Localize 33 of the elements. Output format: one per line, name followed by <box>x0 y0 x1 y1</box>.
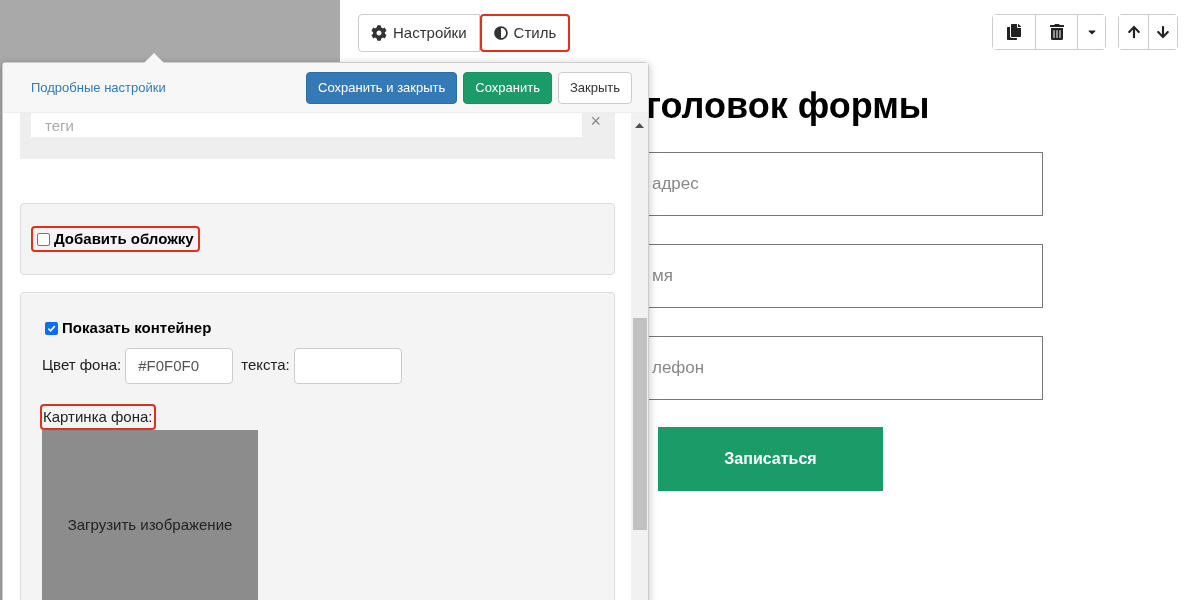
check-icon <box>47 323 56 333</box>
arrow-up-icon <box>1126 25 1141 39</box>
checkbox-label: Добавить обложку <box>54 228 194 249</box>
settings-icon <box>371 25 387 41</box>
checkbox[interactable] <box>45 321 58 335</box>
submit-button[interactable]: Записаться <box>658 427 883 491</box>
popup-button[interactable]: Сохранить и закрыть <box>306 71 458 104</box>
color-field[interactable] <box>293 347 402 384</box>
popup-button[interactable]: Закрыть <box>557 71 632 104</box>
contrast-icon <box>493 26 508 40</box>
tab[interactable]: Стиль <box>479 14 571 52</box>
form-heading: головок формы <box>646 84 931 128</box>
upload-image-button[interactable]: Загрузить изображение <box>42 430 258 600</box>
advanced-settings-link[interactable]: Подробные настройки <box>31 77 166 98</box>
form-input[interactable]: мя <box>646 244 1043 308</box>
arrow-down-icon <box>1156 25 1170 39</box>
checkbox-label: Показать контейнер <box>62 318 212 338</box>
form-input[interactable]: адрес <box>646 152 1043 216</box>
tags-field[interactable]: теги <box>31 113 583 137</box>
popup-button[interactable]: Сохранить <box>463 71 552 104</box>
copy-icon <box>1006 24 1022 40</box>
scrollbar-thumb[interactable] <box>632 318 647 530</box>
checkbox[interactable] <box>37 232 50 246</box>
field-label: Цвет фона: <box>42 355 122 376</box>
color-field[interactable]: #F0F0F0 <box>125 347 234 384</box>
field-label: текста: <box>241 355 290 376</box>
clear-tags-button[interactable]: × <box>590 113 601 130</box>
trash-icon <box>1048 24 1065 40</box>
field-label: Картинка фона: <box>40 403 156 430</box>
form-input[interactable]: лефон <box>646 336 1043 400</box>
tab[interactable]: Настройки <box>358 14 480 52</box>
scroll-up-icon <box>635 123 644 128</box>
move-down-button[interactable] <box>1148 15 1177 49</box>
